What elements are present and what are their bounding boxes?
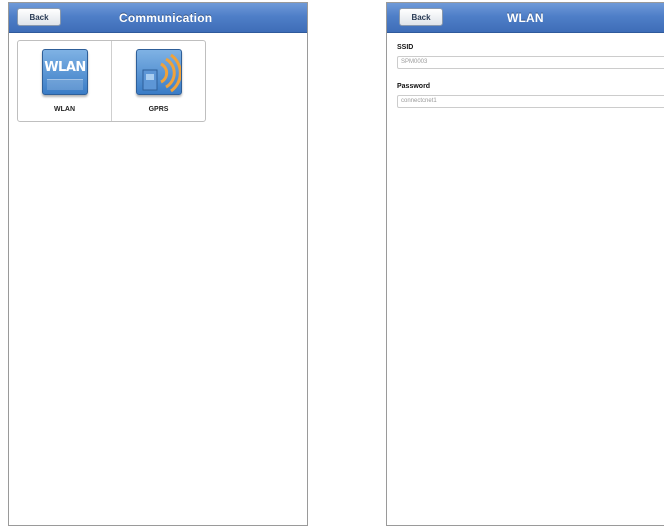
ssid-input[interactable]: SPM0003: [397, 56, 664, 69]
gprs-tile[interactable]: GPRS: [111, 41, 205, 121]
communication-screen: Back Communication WLAN WLAN GPRS: [8, 2, 308, 526]
wlan-icon: WLAN: [42, 49, 88, 95]
wlan-title-bar: Back WLAN: [387, 3, 664, 33]
communication-title-bar: Back Communication: [9, 3, 307, 33]
wlan-screen: Back WLAN SSID SPM0003 Password connectc…: [386, 2, 664, 526]
page-title: WLAN: [507, 10, 544, 25]
wlan-tile[interactable]: WLAN WLAN: [18, 41, 111, 121]
page-title: Communication: [119, 10, 213, 25]
gprs-tile-label: GPRS: [148, 106, 169, 113]
password-input[interactable]: connectcnet1: [397, 95, 664, 108]
wlan-icon-text: WLAN: [44, 60, 86, 75]
communication-options-grid: WLAN WLAN GPRS: [17, 40, 206, 122]
gprs-signal-icon: [136, 49, 182, 95]
back-button[interactable]: Back: [17, 8, 61, 26]
password-label: Password: [397, 83, 431, 90]
back-button[interactable]: Back: [399, 8, 443, 26]
ssid-label: SSID: [397, 44, 414, 51]
wlan-tile-label: WLAN: [54, 106, 75, 113]
